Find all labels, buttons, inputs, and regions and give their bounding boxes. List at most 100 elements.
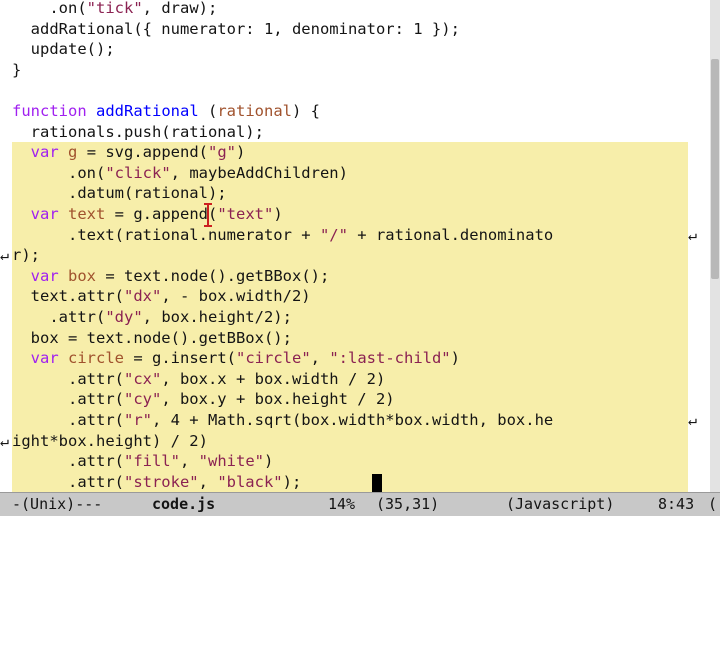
code-line: .attr("stroke", "black");: [12, 472, 301, 493]
code-token: = g.insert(: [124, 349, 236, 368]
scrollbar[interactable]: [710, 0, 720, 492]
code-token: box: [68, 266, 97, 285]
code-line: .text(rational.numerator + "/" + rationa…: [12, 225, 553, 246]
code-token: "black": [217, 472, 283, 491]
code-token: "cy": [123, 390, 162, 409]
code-token: ): [450, 349, 460, 368]
code-token: "g": [208, 143, 237, 162]
code-token: "white": [198, 452, 264, 471]
code-line: var box = text.node().getBBox();: [12, 266, 330, 287]
minibuffer[interactable]: [0, 516, 720, 540]
code-token: .attr(: [12, 452, 124, 471]
code-token: .datum(rational);: [12, 184, 227, 203]
modeline-position: (35,31): [376, 495, 440, 513]
modeline-percent: 14%: [328, 495, 356, 513]
code-token: = g.append(: [105, 205, 218, 223]
code-token: ,: [198, 472, 218, 491]
code-token: addRational({ numerator: 1, denominator:…: [12, 19, 460, 38]
code-token: "dy": [105, 308, 143, 326]
code-token: (: [198, 102, 218, 120]
code-token: , maybeAddChildren): [170, 163, 348, 182]
code-token: "stroke": [123, 472, 199, 491]
code-line: var circle = g.insert("circle", ":last-c…: [12, 348, 460, 369]
code-token: "tick": [86, 0, 143, 17]
code-token: , box.height/2);: [142, 308, 292, 326]
code-token: r);: [12, 246, 40, 265]
code-token: addRational: [96, 102, 199, 120]
code-token: var: [30, 349, 59, 368]
line-wrap-icon: ↵: [688, 225, 698, 244]
line-continuation-icon: ↵: [0, 246, 10, 265]
code-token: update();: [12, 40, 115, 59]
code-line: .attr("r", 4 + Math.sqrt(box.width*box.w…: [12, 410, 553, 431]
code-token: box = text.node().getBBox();: [12, 328, 292, 347]
code-line: var g = svg.append("g"): [12, 142, 246, 163]
modeline-tail: (: [708, 495, 718, 513]
code-token: "cx": [123, 369, 162, 388]
code-line: box = text.node().getBBox();: [12, 328, 292, 349]
code-token: rational: [217, 102, 292, 120]
code-token: , draw);: [142, 0, 218, 17]
code-token: + rational.denominato: [347, 225, 554, 244]
text-cursor-icon: [203, 203, 213, 231]
code-token: .attr(: [12, 369, 124, 388]
code-line: }: [12, 60, 21, 81]
modeline-status: -(Unix)---: [12, 495, 103, 513]
code-token: text.attr(: [12, 287, 124, 306]
code-token: ,: [179, 452, 199, 471]
code-token: .attr(: [12, 308, 106, 326]
modeline-major-mode[interactable]: (Javascript): [506, 493, 614, 515]
code-line: ight*box.height) / 2): [12, 431, 208, 452]
code-line: .attr("fill", "white"): [12, 451, 273, 472]
code-token: .attr(: [12, 472, 124, 491]
code-token: .attr(: [12, 390, 124, 409]
line-wrap-icon: ↵: [688, 411, 698, 429]
point-cursor: [372, 473, 382, 492]
code-token: ight*box.height) / 2): [12, 431, 208, 450]
code-line: rationals.push(rational);: [12, 122, 264, 143]
code-token: "r": [123, 411, 152, 429]
code-token: = svg.append(: [77, 143, 209, 162]
mode-line: -(Unix)--- code.js 14% (35,31) (Javascri…: [0, 492, 720, 516]
code-line: text.attr("dx", - box.width/2): [12, 286, 311, 307]
code-line: .attr("cx", box.x + box.width / 2): [12, 369, 385, 390]
code-line: .on("click", maybeAddChildren): [12, 163, 348, 184]
code-token: , box.x + box.width / 2): [161, 369, 386, 388]
code-token: .text(rational.numerator +: [12, 225, 320, 244]
scrollbar-thumb[interactable]: [711, 59, 719, 279]
code-token: "circle": [236, 349, 311, 368]
code-token: .on(: [12, 163, 106, 182]
code-token: ): [236, 143, 246, 162]
code-line: .attr("cy", box.y + box.height / 2): [12, 389, 395, 410]
code-token: , - box.width/2): [161, 287, 311, 306]
code-token: var: [30, 205, 59, 223]
code-token: ): [263, 452, 274, 471]
code-token: text: [68, 205, 106, 223]
code-line: addRational({ numerator: 1, denominator:…: [12, 19, 460, 40]
code-token: , 4 + Math.sqrt(box.width*box.width, box…: [151, 411, 554, 429]
code-line: .datum(rational);: [12, 183, 227, 204]
modeline-buffer-name[interactable]: code.js: [152, 493, 215, 515]
code-token: function: [12, 102, 87, 120]
code-token: "text": [217, 205, 274, 223]
editor-buffer[interactable]: .on("tick", draw); addRational({ numerat…: [0, 0, 720, 493]
modeline-time: 8:43: [658, 495, 695, 513]
code-line: r);: [12, 245, 40, 266]
code-token: "dx": [123, 287, 162, 306]
code-token: "fill": [123, 452, 180, 471]
line-continuation-icon: ↵: [0, 431, 10, 450]
code-token: circle: [68, 349, 125, 368]
code-token: );: [282, 472, 302, 491]
code-line: function addRational (rational) {: [12, 101, 320, 122]
code-token: .on(: [12, 0, 87, 17]
code-token: ) {: [291, 102, 320, 120]
